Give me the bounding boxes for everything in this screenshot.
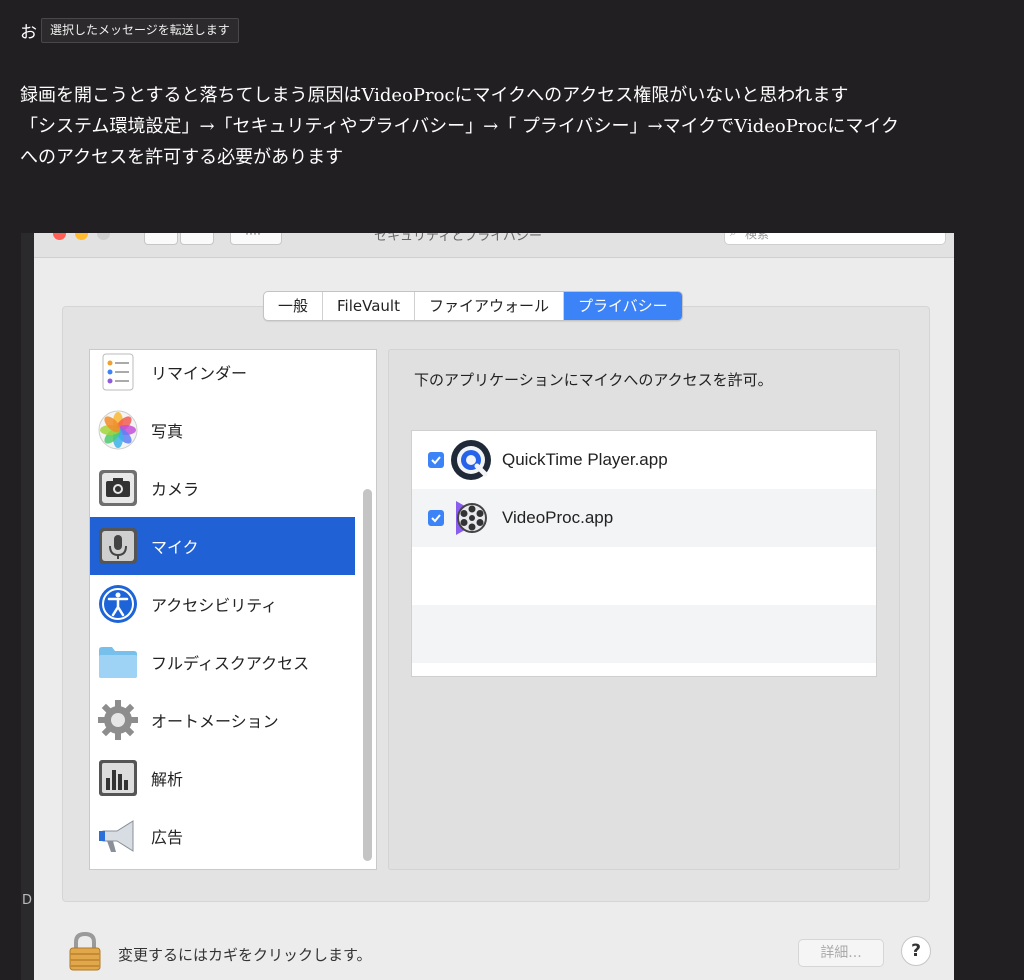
sidebar-item-automation[interactable]: オートメーション — [90, 691, 355, 749]
tab-general[interactable]: 一般 — [264, 292, 324, 320]
megaphone-icon — [97, 815, 139, 857]
search-icon: ⌕ — [730, 233, 737, 240]
permission-panel: 下のアプリケーションにマイクへのアクセスを許可。 QuickTime Playe… — [388, 349, 900, 870]
folder-icon — [97, 641, 139, 683]
list-scrollbar[interactable] — [363, 489, 372, 861]
back-button[interactable] — [144, 233, 178, 245]
forward-tooltip: 選択したメッセージを転送します — [41, 18, 239, 43]
tab-firewall[interactable]: ファイアウォール — [415, 292, 564, 320]
sidebar-item-advertising[interactable]: 広告 — [90, 807, 355, 865]
message-body: 録画を開こうとすると落ちてしまう原因はVideoProcにマイクへのアクセス権限… — [20, 80, 1020, 173]
search-input[interactable]: ⌕ 検索 — [724, 233, 946, 245]
message-header: お 選択したメッセージを転送します — [20, 18, 239, 43]
photos-icon — [97, 409, 139, 451]
sidebar-item-camera[interactable]: カメラ — [90, 459, 355, 517]
table-row-empty — [412, 605, 876, 663]
app-name: QuickTime Player.app — [502, 450, 668, 469]
table-row-empty — [412, 547, 876, 605]
preferences-window: ···· セキュリティとプライバシー ⌕ 検索 一般 FileVault ファイ… — [34, 233, 954, 980]
message-initial: お — [20, 23, 37, 43]
videoproc-checkbox[interactable] — [428, 510, 444, 526]
sidebar-item-accessibility[interactable]: アクセシビリティ — [90, 575, 355, 633]
sidebar-item-label: フルディスクアクセス — [151, 654, 310, 673]
checkmark-icon — [431, 456, 441, 465]
tab-privacy[interactable]: プライバシー — [563, 292, 682, 320]
reminders-icon — [97, 351, 139, 393]
analytics-icon — [97, 757, 139, 799]
message-line: 「システム環境設定」→「セキュリティやプライバシー」→「 プライバシー」→マイク… — [20, 116, 899, 137]
sidebar-item-label: 解析 — [151, 770, 184, 789]
app-name: VideoProc.app — [502, 508, 614, 527]
sidebar-item-microphone[interactable]: マイク — [90, 517, 355, 575]
permission-description: 下のアプリケーションにマイクへのアクセスを許可。 — [414, 371, 773, 389]
checkmark-icon — [431, 514, 441, 523]
privacy-category-list[interactable]: リマインダー 写真 カメラ マイク アクセシビリティ フルディスクアクセス オー… — [89, 349, 377, 870]
show-all-label: ···· — [245, 233, 261, 240]
search-placeholder: 検索 — [745, 233, 770, 241]
sidebar-item-reminders[interactable]: リマインダー — [90, 350, 355, 401]
window-title: セキュリティとプライバシー — [374, 233, 542, 244]
sidebar-item-full-disk-access[interactable]: フルディスクアクセス — [90, 633, 355, 691]
sidebar-item-label: リマインダー — [151, 364, 248, 383]
background-strip: D — [21, 233, 34, 980]
sidebar-item-label: マイク — [151, 538, 199, 557]
help-button[interactable]: ? — [901, 936, 931, 966]
background-letter: D — [22, 893, 33, 908]
close-window-button[interactable] — [53, 233, 66, 240]
videoproc-icon — [450, 497, 492, 539]
quicktime-icon — [450, 439, 492, 481]
lock-icon[interactable] — [68, 931, 102, 971]
tab-filevault[interactable]: FileVault — [323, 292, 415, 320]
sidebar-item-label: オートメーション — [151, 712, 279, 731]
quicktime-checkbox[interactable] — [428, 452, 444, 468]
tab-bar: 一般 FileVault ファイアウォール プライバシー — [263, 291, 683, 321]
sidebar-item-analytics[interactable]: 解析 — [90, 749, 355, 807]
table-row[interactable]: VideoProc.app — [412, 489, 876, 547]
accessibility-icon — [97, 583, 139, 625]
sidebar-item-label: アクセシビリティ — [151, 596, 278, 615]
sidebar-item-label: 写真 — [151, 422, 184, 441]
message-line: へのアクセスを許可する必要があります — [20, 147, 344, 168]
title-bar: ···· セキュリティとプライバシー ⌕ 検索 — [34, 233, 954, 258]
minimize-window-button[interactable] — [75, 233, 88, 240]
gear-icon — [97, 699, 139, 741]
details-button[interactable]: 詳細... — [798, 939, 884, 967]
app-permission-table: QuickTime Player.app VideoProc.app — [411, 430, 877, 677]
microphone-icon — [97, 525, 139, 567]
sidebar-item-label: カメラ — [151, 480, 200, 499]
forward-button[interactable] — [180, 233, 214, 245]
sidebar-item-label: 広告 — [151, 828, 184, 847]
zoom-window-button[interactable] — [97, 233, 110, 240]
embedded-screenshot: D ···· セキュリティとプライバシー ⌕ 検索 一般 FileVault フ… — [21, 233, 954, 980]
table-row[interactable]: QuickTime Player.app — [412, 431, 876, 489]
lock-instruction: 変更するにはカギをクリックします。 — [118, 946, 372, 964]
message-line: 録画を開こうとすると落ちてしまう原因はVideoProcにマイクへのアクセス権限… — [20, 85, 849, 106]
show-all-button[interactable]: ···· — [230, 233, 282, 245]
camera-icon — [97, 467, 139, 509]
sidebar-item-photos[interactable]: 写真 — [90, 401, 355, 459]
